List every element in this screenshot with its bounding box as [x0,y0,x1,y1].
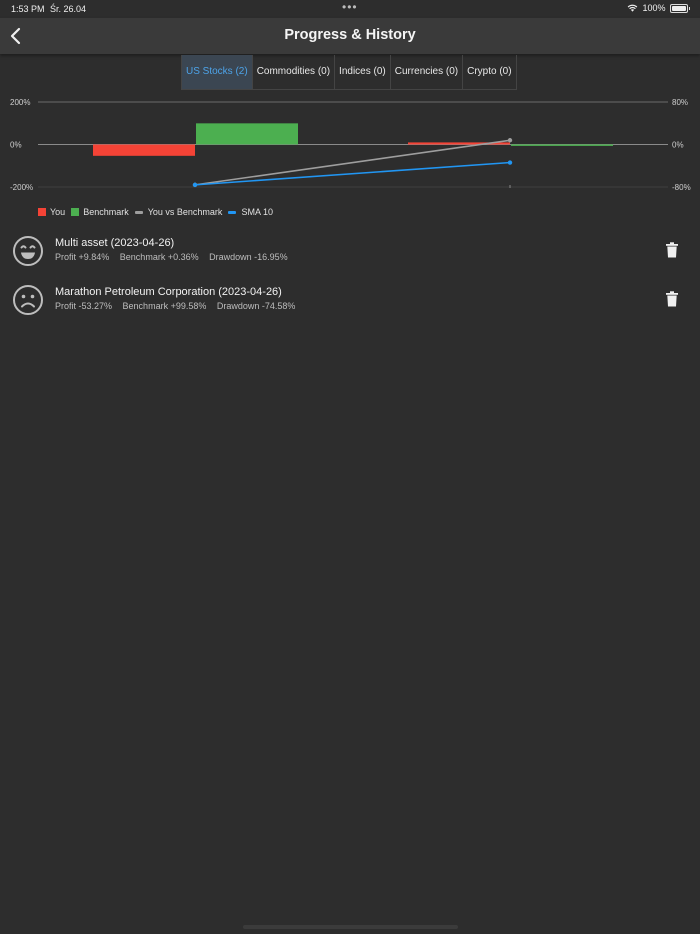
list-item-stats: Profit -53.27% Benchmark +99.58% Drawdow… [55,301,303,311]
tab-indices[interactable]: Indices (0) [335,55,391,89]
legend-line-you-vs-benchmark [134,210,143,214]
history-list: Multi asset (2023-04-26) Profit +9.84% B… [0,230,700,328]
right-axis-tick: 80% [672,98,688,107]
legend-label-you-vs-benchmark: You vs Benchmark [147,207,223,217]
line-point [507,160,513,165]
performance-chart: 200% 0% -200% 80% 0% -80% [10,98,691,192]
bar-benchmark [511,144,613,146]
home-indicator[interactable] [243,925,458,929]
status-bar: 1:53 PM Śr. 26.04 ••• 100% [0,0,700,18]
tab-crypto[interactable]: Crypto (0) [463,55,515,89]
legend-label-you: You [50,207,66,217]
tab-us-stocks[interactable]: US Stocks (2) [182,55,253,89]
happy-face-icon [13,236,43,266]
navigation-bar: Progress & History [0,18,700,54]
battery-icon [669,3,688,13]
chart-legend: You Benchmark You vs Benchmark SMA 10 [38,207,279,217]
wifi-icon [628,4,638,12]
profit-value: Profit +9.84% [55,252,110,262]
right-axis-tick: 0% [672,141,684,150]
legend-swatch-benchmark [71,208,80,216]
legend-label-benchmark: Benchmark [83,207,129,217]
trash-icon[interactable] [665,291,679,307]
category-tabs: US Stocks (2) Commodities (0) Indices (0… [181,55,517,90]
status-right: 100% [627,3,690,13]
line-point [192,182,198,188]
trash-icon[interactable] [665,242,679,258]
list-item-title: Marathon Petroleum Corporation (2023-04-… [55,286,282,298]
bar-benchmark [196,123,298,145]
battery-tip [688,6,690,10]
list-item[interactable]: Multi asset (2023-04-26) Profit +9.84% B… [0,230,700,279]
left-axis-tick: -200% [10,183,33,192]
bar-you [93,144,195,156]
left-axis-tick: 200% [10,98,30,107]
line-sma-10 [194,161,511,186]
battery-percent: 100% [642,3,666,13]
legend-swatch-you [38,208,46,216]
status-time: 1:53 PM [11,4,45,14]
benchmark-value: Benchmark +0.36% [119,252,199,262]
legend-label-sma: SMA 10 [241,207,273,217]
page-title: Progress & History [284,27,416,43]
list-item-stats: Profit +9.84% Benchmark +0.36% Drawdown … [55,252,296,262]
tab-commodities[interactable]: Commodities (0) [253,55,336,89]
sad-face-icon [13,285,43,315]
legend-line-sma [228,210,237,214]
benchmark-value: Benchmark +99.58% [122,301,207,311]
drawdown-value: Drawdown -16.95% [209,252,288,262]
list-item[interactable]: Marathon Petroleum Corporation (2023-04-… [0,279,700,328]
drawdown-value: Drawdown -74.58% [216,301,296,311]
multitask-dots-icon[interactable]: ••• [342,0,358,14]
tab-currencies[interactable]: Currencies (0) [391,55,464,89]
line-you-vs-benchmark [194,139,511,186]
status-date: Śr. 26.04 [50,4,87,14]
profit-value: Profit -53.27% [55,301,113,311]
list-item-title: Multi asset (2023-04-26) [55,237,175,249]
right-axis-tick: -80% [672,183,691,192]
line-point [507,138,513,143]
left-axis-tick: 0% [10,141,22,150]
